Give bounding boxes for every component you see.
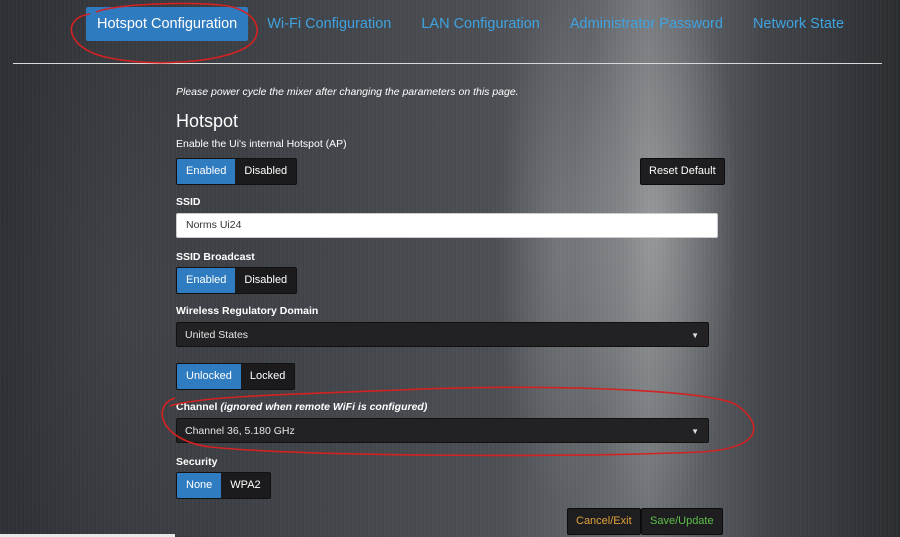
security-none-button[interactable]: None — [177, 473, 222, 498]
top-tab-bar: Hotspot Configuration Wi-Fi Configuratio… — [86, 7, 863, 41]
tab-hotspot-configuration[interactable]: Hotspot Configuration — [86, 7, 249, 41]
security-toggle: None WPA2 — [176, 472, 271, 499]
channel-value: Channel 36, 5.180 GHz — [185, 425, 295, 437]
hotspot-enabled-button[interactable]: Enabled — [177, 159, 236, 184]
regulatory-lock-toggle: Unlocked Locked — [176, 363, 296, 390]
tab-network-state[interactable]: Network State — [742, 7, 855, 41]
tab-lan-configuration[interactable]: LAN Configuration — [410, 7, 551, 41]
ssid-label: SSID — [176, 196, 201, 208]
regulatory-domain-value: United States — [185, 329, 249, 341]
save-update-button[interactable]: Save/Update — [641, 508, 723, 535]
power-cycle-notice: Please power cycle the mixer after chang… — [176, 86, 519, 98]
ssid-broadcast-disabled-button[interactable]: Disabled — [235, 268, 297, 293]
ssid-input[interactable] — [176, 213, 718, 238]
hotspot-enable-toggle: Enabled Disabled — [176, 158, 298, 185]
caret-down-icon: ▼ — [691, 331, 699, 340]
section-title: Hotspot — [176, 111, 239, 131]
tab-wifi-configuration[interactable]: Wi-Fi Configuration — [256, 7, 402, 41]
channel-select[interactable]: Channel 36, 5.180 GHz ▼ — [176, 418, 709, 443]
unlocked-button[interactable]: Unlocked — [177, 364, 241, 389]
hotspot-enable-label: Enable the Ui's internal Hotspot (AP) — [176, 138, 347, 150]
cancel-exit-button[interactable]: Cancel/Exit — [567, 508, 641, 535]
security-label: Security — [176, 456, 218, 468]
locked-button[interactable]: Locked — [240, 364, 295, 389]
ssid-broadcast-enabled-button[interactable]: Enabled — [177, 268, 236, 293]
caret-down-icon: ▼ — [691, 427, 699, 436]
tab-administrator-password[interactable]: Administrator Password — [559, 7, 734, 41]
reset-default-button[interactable]: Reset Default — [640, 158, 725, 185]
channel-label: Channel (ignored when remote WiFi is con… — [176, 401, 427, 413]
ssid-broadcast-label: SSID Broadcast — [176, 251, 255, 263]
tab-divider — [13, 63, 882, 64]
regulatory-domain-select[interactable]: United States ▼ — [176, 322, 709, 347]
regulatory-domain-label: Wireless Regulatory Domain — [176, 305, 319, 317]
channel-label-text: Channel — [176, 401, 218, 413]
ssid-broadcast-toggle: Enabled Disabled — [176, 267, 298, 294]
hotspot-disabled-button[interactable]: Disabled — [235, 159, 297, 184]
annotation-overlay — [70, 2, 755, 457]
channel-label-note: (ignored when remote WiFi is configured) — [220, 401, 428, 413]
security-wpa2-button[interactable]: WPA2 — [221, 473, 270, 498]
